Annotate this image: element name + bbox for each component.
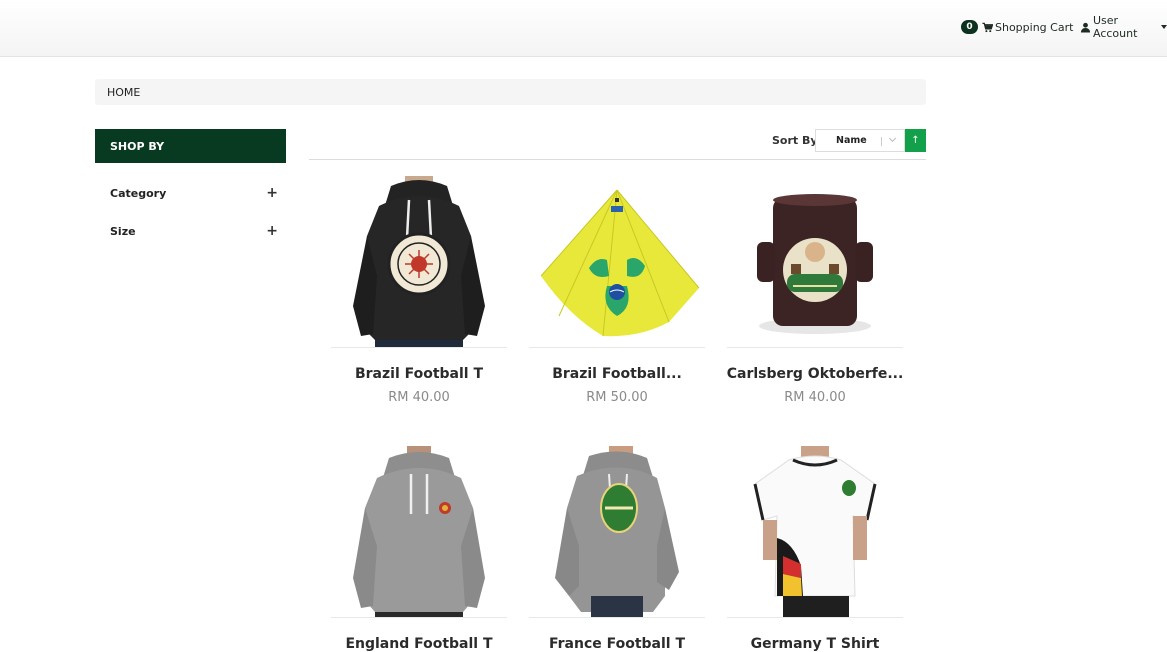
- breadcrumb-home-link[interactable]: HOME: [107, 86, 140, 99]
- product-card[interactable]: Brazil Football T RM 40.00: [331, 176, 507, 405]
- product-card[interactable]: France Football T: [529, 446, 705, 652]
- sort-selected-value: Name: [836, 135, 867, 146]
- filter-size-label: Size: [110, 224, 136, 238]
- sort-select[interactable]: Name: [815, 129, 905, 152]
- filter-category[interactable]: Category +: [95, 183, 286, 203]
- product-image-beer-mug[interactable]: [727, 176, 903, 348]
- shop-by-header: SHOP BY: [95, 129, 286, 163]
- product-image-yellow-umbrella[interactable]: [529, 176, 705, 348]
- product-card[interactable]: Carlsberg Oktoberfe... RM 40.00: [727, 176, 903, 405]
- product-name[interactable]: England Football T: [311, 636, 527, 652]
- shopping-cart-label: Shopping Cart: [995, 20, 1074, 34]
- shopping-cart-link[interactable]: 0 Shopping Cart: [961, 19, 1073, 35]
- product-name[interactable]: Brazil Football T: [311, 366, 527, 382]
- product-image-grey-hoodie-logo[interactable]: [529, 446, 705, 618]
- product-name[interactable]: Carlsberg Oktoberfe...: [707, 366, 923, 382]
- product-price: RM 40.00: [388, 390, 450, 405]
- product-card[interactable]: Germany T Shirt: [727, 446, 903, 652]
- product-name[interactable]: France Football T: [509, 636, 725, 652]
- filter-category-label: Category: [110, 186, 167, 200]
- expand-plus-icon[interactable]: +: [266, 223, 278, 239]
- sort-by-label: Sort By: [772, 134, 818, 147]
- product-card[interactable]: Brazil Football... RM 50.00: [529, 176, 705, 405]
- select-divider: [881, 137, 882, 146]
- user-account-dropdown[interactable]: User Account: [1080, 14, 1167, 40]
- cart-count-badge: 0: [961, 20, 978, 34]
- sort-divider: [309, 159, 926, 160]
- product-price: RM 50.00: [586, 390, 648, 405]
- user-icon: [1080, 22, 1091, 33]
- cart-icon: [982, 22, 993, 33]
- filter-size[interactable]: Size +: [95, 221, 286, 241]
- product-image-white-tshirt[interactable]: [727, 446, 903, 618]
- user-account-label: User Account: [1093, 14, 1138, 40]
- product-image-grey-hoodie[interactable]: [331, 446, 507, 618]
- product-price: RM 40.00: [784, 390, 846, 405]
- top-navbar: 0 Shopping Cart User Account: [0, 0, 1167, 57]
- product-card[interactable]: England Football T: [331, 446, 507, 652]
- expand-plus-icon[interactable]: +: [266, 185, 278, 201]
- product-name[interactable]: Brazil Football...: [509, 366, 725, 382]
- product-image-black-hoodie[interactable]: [331, 176, 507, 348]
- product-name[interactable]: Germany T Shirt: [707, 636, 923, 652]
- sort-direction-button[interactable]: ↑: [905, 129, 926, 152]
- breadcrumb: HOME: [95, 79, 926, 105]
- chevron-down-icon: [888, 134, 897, 143]
- chevron-down-icon: [1161, 25, 1167, 29]
